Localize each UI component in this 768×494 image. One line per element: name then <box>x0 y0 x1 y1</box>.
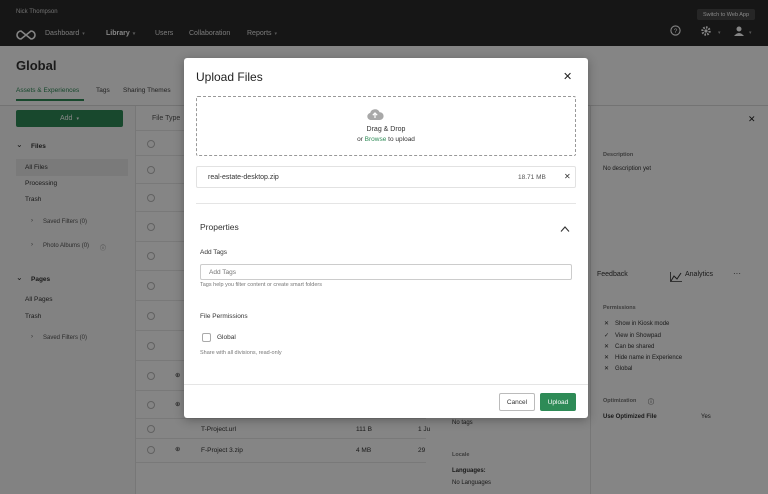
cancel-button[interactable]: Cancel <box>499 393 535 411</box>
upload-file-size: 18.71 MB <box>518 174 546 181</box>
chevron-up-icon[interactable] <box>560 220 570 232</box>
upload-files-modal: Upload Files ✕ Drag & Drop or Browse to … <box>184 58 588 418</box>
file-permissions-label: File Permissions <box>200 313 248 320</box>
upload-button[interactable]: Upload <box>540 393 576 411</box>
add-tags-input[interactable] <box>200 264 572 280</box>
browse-line: or Browse to upload <box>357 136 415 143</box>
modal-title: Upload Files <box>196 70 263 84</box>
properties-header[interactable]: Properties <box>200 222 239 232</box>
footer-divider <box>184 384 588 385</box>
global-label[interactable]: Global <box>217 334 236 341</box>
tags-help-text: Tags help you filter content or create s… <box>200 282 322 288</box>
browse-link[interactable]: Browse <box>365 136 387 143</box>
add-tags-label: Add Tags <box>200 249 227 256</box>
remove-file-icon[interactable]: ✕ <box>564 172 571 181</box>
global-checkbox[interactable] <box>202 333 211 342</box>
global-help-text: Share with all divisions, read-only <box>200 350 282 356</box>
upload-file-name: real-estate-desktop.zip <box>208 174 279 181</box>
divider <box>196 203 576 204</box>
drag-drop-text: Drag & Drop <box>366 126 406 133</box>
cloud-upload-icon <box>366 108 384 121</box>
close-icon[interactable]: ✕ <box>563 70 572 83</box>
